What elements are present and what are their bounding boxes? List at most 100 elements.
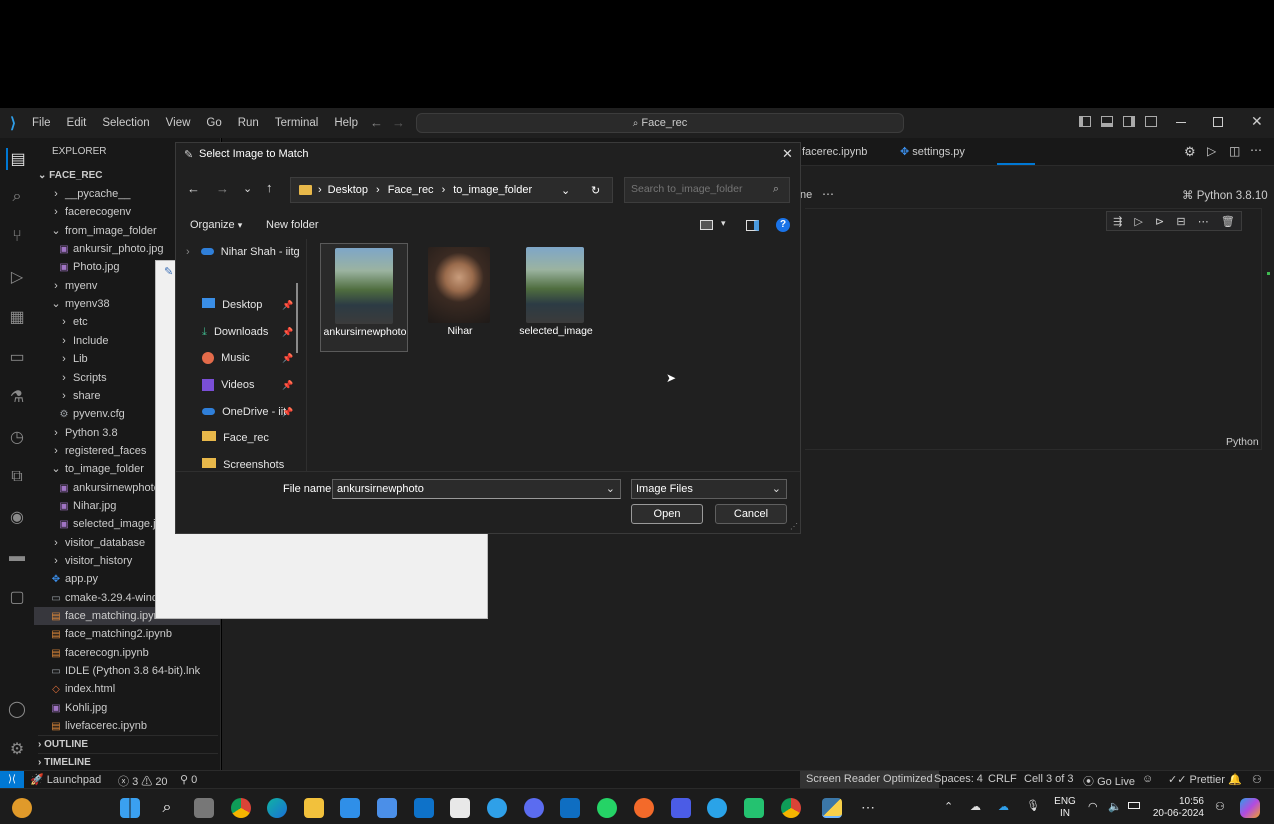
- nav-item-onedrive-work[interactable]: OneDrive - iit 📌: [202, 401, 293, 423]
- menu-go[interactable]: Go: [198, 117, 229, 129]
- restore-icon[interactable]: [1213, 117, 1223, 127]
- task-view-icon[interactable]: [194, 798, 214, 818]
- split-cell-icon[interactable]: ⊟: [1176, 215, 1185, 228]
- timeline-section[interactable]: › TIMELINE: [38, 753, 218, 771]
- nav-item-desktop[interactable]: Desktop 📌: [202, 294, 293, 316]
- whatsapp-icon[interactable]: [597, 798, 617, 818]
- back-arrow-icon[interactable]: ←: [370, 115, 383, 130]
- breadcrumb-to-image-folder[interactable]: to_image_folder: [453, 184, 532, 196]
- view-dropdown-icon[interactable]: ▾: [721, 218, 726, 229]
- calendar-icon[interactable]: [671, 798, 691, 818]
- pen-app-icon[interactable]: [634, 798, 654, 818]
- preview-pane-icon[interactable]: [746, 220, 759, 231]
- chat-icon[interactable]: ▢: [6, 586, 28, 608]
- nav-item-music[interactable]: Music 📌: [202, 347, 293, 369]
- docker-taskbar-icon[interactable]: [707, 798, 727, 818]
- open-button[interactable]: Open: [631, 504, 703, 524]
- up-arrow-icon[interactable]: ↑: [266, 180, 273, 195]
- workspace-root[interactable]: ⌄ FACE_REC: [38, 167, 103, 185]
- file-item[interactable]: Nihar: [416, 243, 504, 352]
- tree-file[interactable]: ◇ index.html: [50, 680, 220, 698]
- menu-file[interactable]: File: [24, 117, 59, 129]
- file-type-select[interactable]: Image Files ⌄: [631, 479, 787, 499]
- slack-icon[interactable]: [450, 798, 470, 818]
- cell-editor[interactable]: [805, 208, 1262, 450]
- refresh-icon[interactable]: ↻: [591, 184, 600, 197]
- notebook-more-icon[interactable]: ⋯: [822, 187, 834, 201]
- search-icon[interactable]: ⌕: [6, 186, 28, 208]
- menu-run[interactable]: Run: [230, 117, 267, 129]
- account-icon[interactable]: ◯: [6, 698, 28, 720]
- language-indicator[interactable]: ENG IN: [1054, 796, 1076, 820]
- menu-selection[interactable]: Selection: [94, 117, 157, 129]
- settings-gear-icon[interactable]: ⚙: [1184, 144, 1196, 160]
- clock[interactable]: 10:56 20-06-2024: [1150, 796, 1204, 820]
- organize-button[interactable]: Organize ▾: [190, 219, 242, 231]
- screen-reader-item[interactable]: Screen Reader Optimized: [800, 771, 939, 788]
- search-box[interactable]: ⌕: [624, 177, 790, 203]
- tray-chevron-icon[interactable]: ⌃: [944, 800, 953, 813]
- execute-above-icon[interactable]: ⇶: [1113, 215, 1122, 228]
- nav-item-downloads[interactable]: ⤓ Downloads 📌: [202, 321, 293, 343]
- file-name-field[interactable]: ankursirnewphoto ⌄: [332, 479, 621, 499]
- docker-icon[interactable]: ▬: [6, 546, 28, 568]
- cell-more-icon[interactable]: ⋯: [1198, 215, 1209, 228]
- tree-file[interactable]: ▤ face_matching2.ipynb: [50, 625, 220, 643]
- menu-view[interactable]: View: [158, 117, 199, 129]
- more-actions-icon[interactable]: ⋯: [1250, 143, 1262, 157]
- wifi-icon[interactable]: ◠: [1088, 800, 1098, 813]
- menu-edit[interactable]: Edit: [59, 117, 95, 129]
- prettier-item[interactable]: ✓✓ Prettier: [1168, 773, 1225, 786]
- delete-cell-icon[interactable]: 🗑: [1221, 215, 1235, 228]
- forward-arrow-icon[interactable]: →: [216, 181, 229, 196]
- feedback-icon[interactable]: ⚇: [1252, 773, 1262, 786]
- python-icon[interactable]: ⧉: [6, 466, 28, 488]
- source-control-icon[interactable]: ⑂: [6, 226, 28, 248]
- cell-position-item[interactable]: Cell 3 of 3: [1024, 773, 1074, 785]
- menu-help[interactable]: Help: [326, 117, 366, 129]
- nav-item-screenshots[interactable]: Screenshots: [202, 454, 284, 471]
- address-dropdown-icon[interactable]: ⌄: [561, 184, 570, 197]
- github-icon[interactable]: ◉: [6, 506, 28, 528]
- view-options-icon[interactable]: [700, 220, 713, 230]
- notification-center-icon[interactable]: ⚇: [1215, 800, 1225, 813]
- customize-layout-icon[interactable]: [1145, 116, 1157, 127]
- tab-facerec[interactable]: facerec.ipynb: [792, 138, 892, 166]
- nav-item-face-rec[interactable]: Face_rec: [202, 427, 269, 449]
- execute-cell-icon[interactable]: ▷: [1134, 215, 1142, 228]
- widgets-icon[interactable]: [12, 798, 32, 818]
- spaces-item[interactable]: Spaces: 4: [934, 773, 983, 785]
- python-taskbar-icon[interactable]: [822, 798, 842, 818]
- tray-cloud-icon[interactable]: ☁: [970, 800, 981, 813]
- eol-item[interactable]: CRLF: [988, 773, 1017, 785]
- more-apps-icon[interactable]: ⋯: [858, 798, 878, 818]
- address-bar[interactable]: › Desktop › Face_rec › to_image_folder ⌄…: [290, 177, 613, 203]
- pycharm-icon[interactable]: [744, 798, 764, 818]
- cell-language[interactable]: Python: [1226, 436, 1259, 448]
- go-live-item[interactable]: ⦿ Go Live: [1083, 773, 1135, 789]
- tree-file[interactable]: ▭ IDLE (Python 3.8 64-bit).lnk: [50, 662, 220, 680]
- chrome-profile-icon[interactable]: [781, 798, 801, 818]
- file-explorer-icon[interactable]: [304, 798, 324, 818]
- remote-indicator[interactable]: ⟩⟨: [0, 771, 24, 788]
- forward-arrow-icon[interactable]: →: [392, 115, 405, 130]
- chat-app-icon[interactable]: [524, 798, 544, 818]
- cancel-button[interactable]: Cancel: [715, 504, 787, 524]
- nav-item-videos[interactable]: Videos 📌: [202, 374, 293, 396]
- explorer-icon[interactable]: ▤: [6, 148, 28, 170]
- settings-app-icon[interactable]: [487, 798, 507, 818]
- tree-file[interactable]: ▤ facerecogn.ipynb: [50, 644, 220, 662]
- run-debug-icon[interactable]: ▷: [6, 266, 28, 288]
- layout-panel-icon[interactable]: [1101, 116, 1113, 127]
- timeline-icon[interactable]: ◷: [6, 426, 28, 448]
- outline-section[interactable]: › OUTLINE: [38, 735, 218, 753]
- chrome-icon[interactable]: [231, 798, 251, 818]
- command-center[interactable]: ⌕ Face_rec: [416, 113, 904, 133]
- store-icon[interactable]: [340, 798, 360, 818]
- breadcrumb-face-rec[interactable]: Face_rec: [388, 184, 434, 196]
- app-icon[interactable]: [414, 798, 434, 818]
- problems-item[interactable]: ⓧ 3 ⚠ 20: [118, 773, 168, 789]
- run-icon[interactable]: ▷: [1207, 144, 1216, 158]
- remote-explorer-icon[interactable]: ▭: [6, 346, 28, 368]
- tree-file[interactable]: ▣ Kohli.jpg: [50, 699, 220, 717]
